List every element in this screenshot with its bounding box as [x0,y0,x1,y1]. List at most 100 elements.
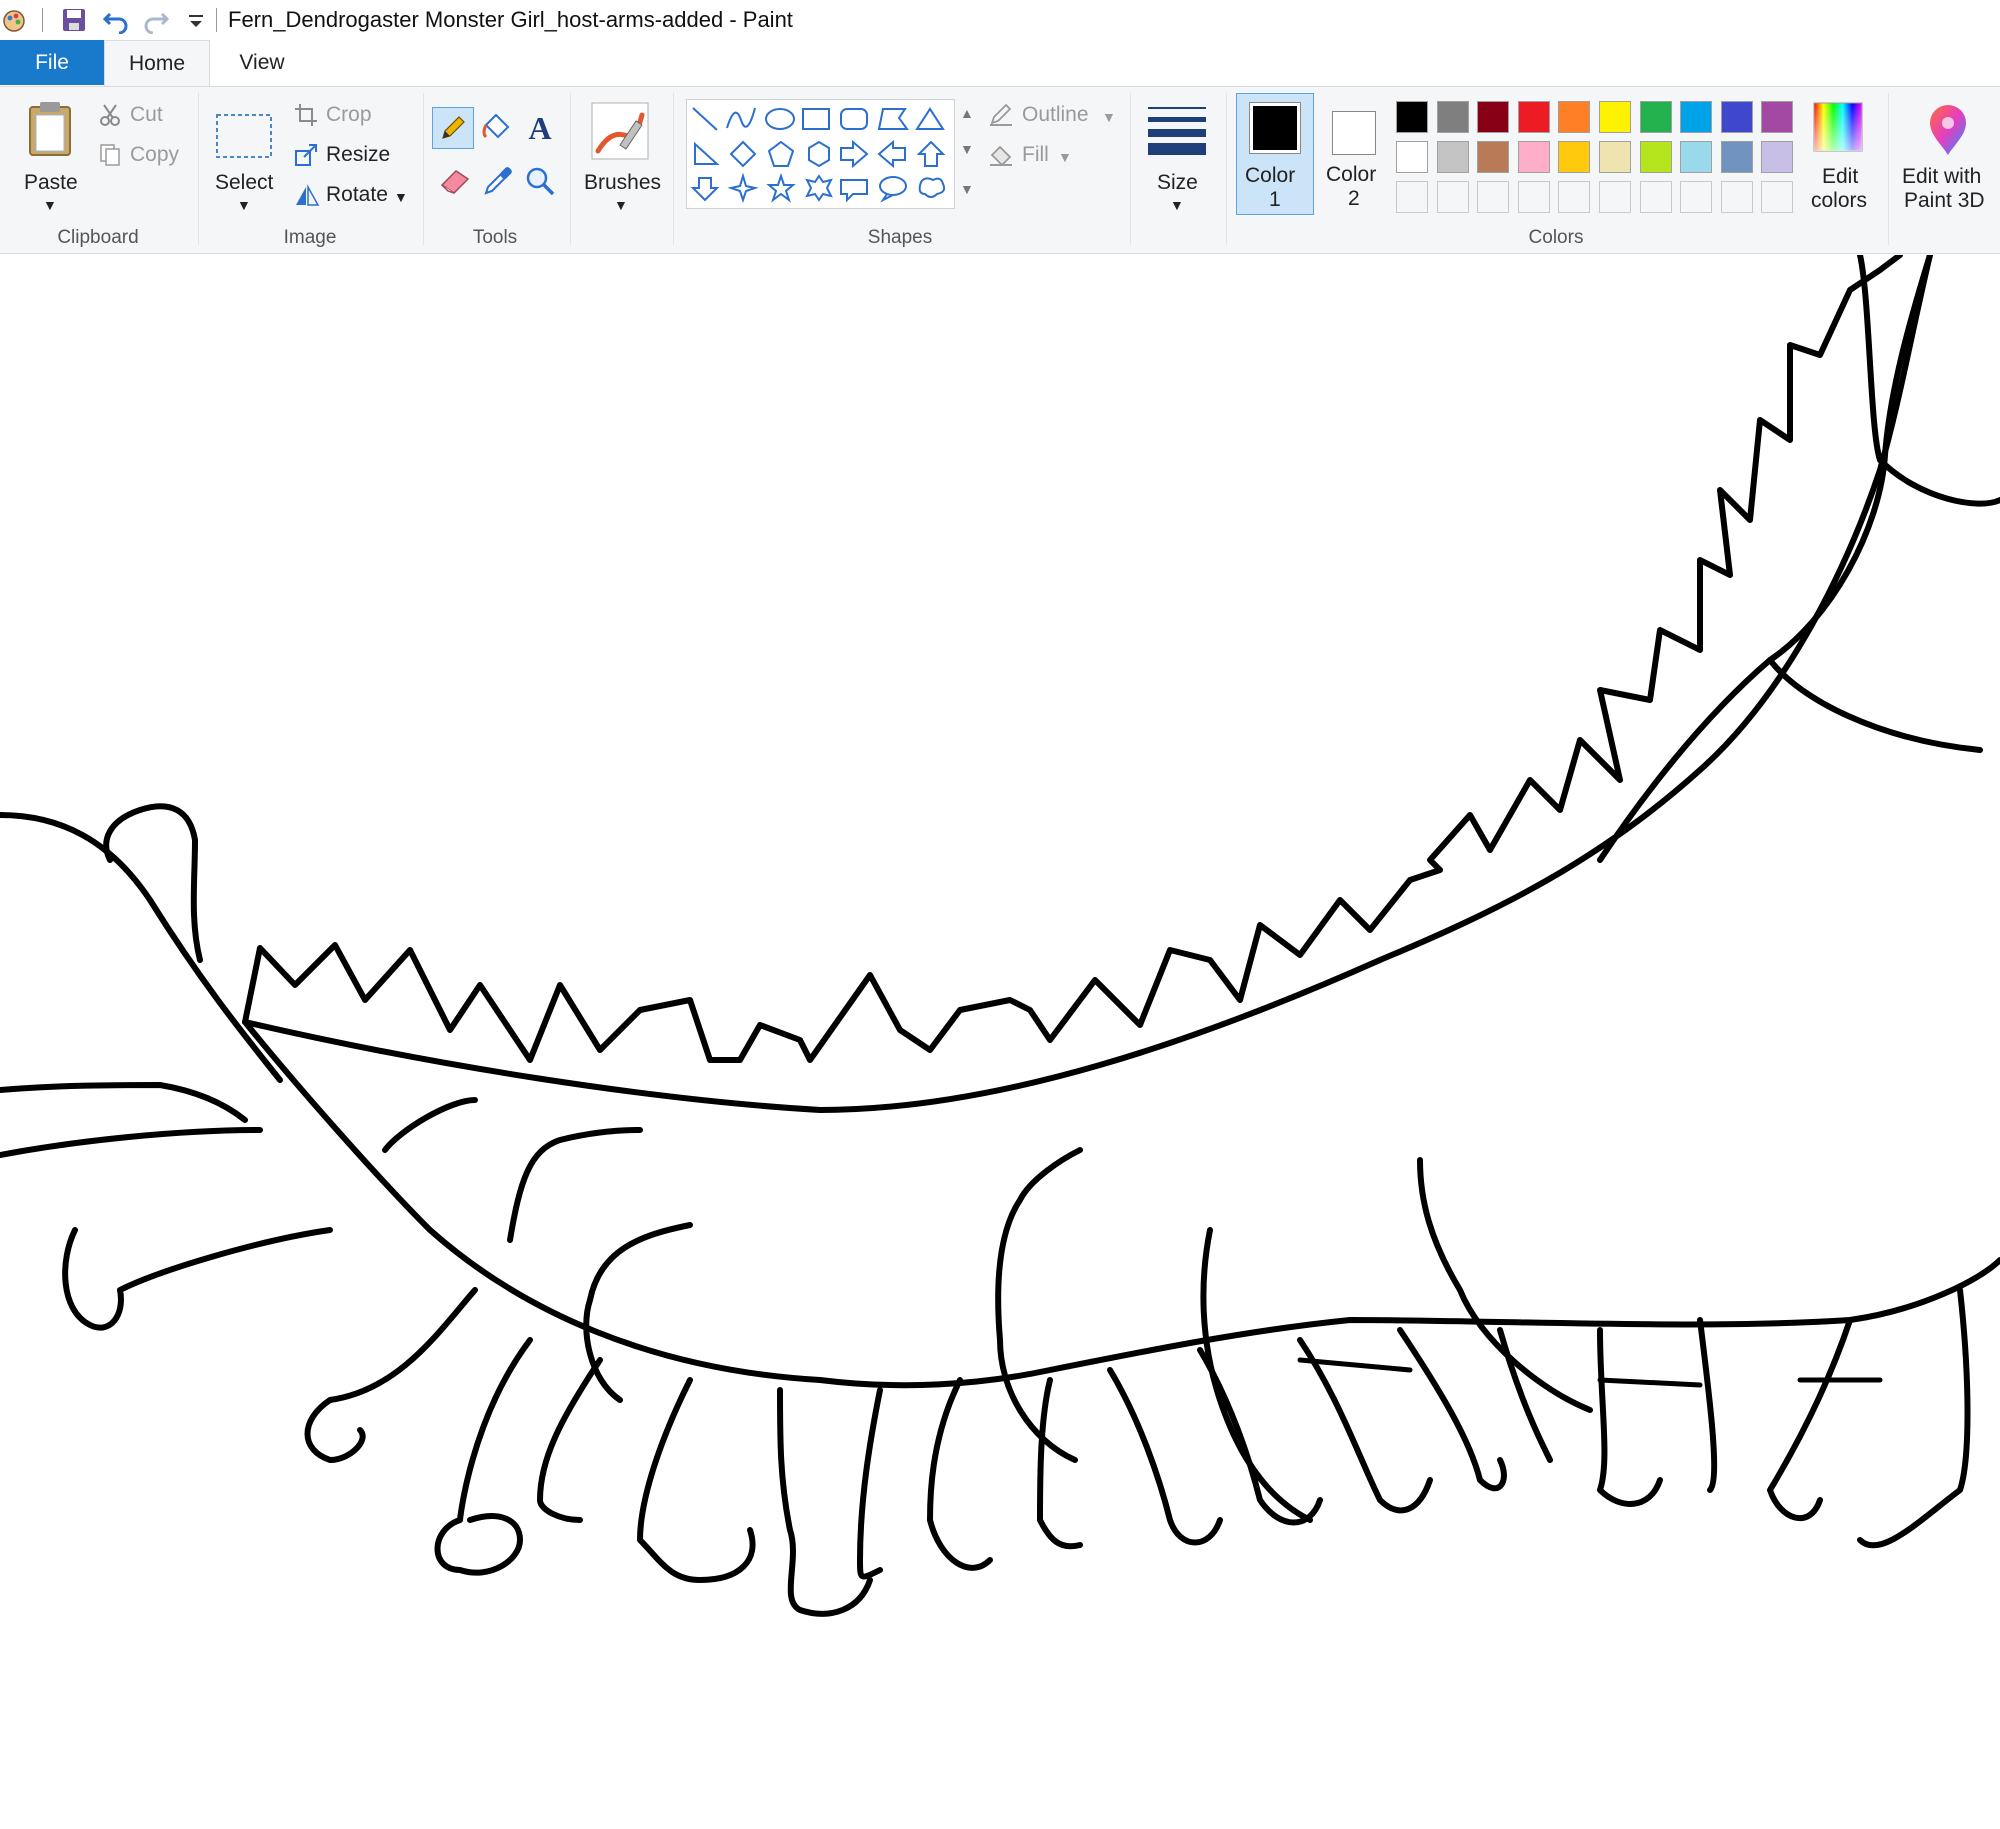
palette-swatch[interactable] [1558,101,1591,133]
pencil-icon [442,116,465,139]
chevron-up-icon[interactable]: ▲ [960,105,974,121]
custom-color-slot[interactable] [1680,181,1713,213]
paint3d-icon [1930,105,1966,155]
edit-colors-label-line1: Edit [1822,165,1859,188]
edit-colors-label-line2: colors [1811,189,1868,212]
text-icon[interactable]: A [524,111,556,145]
palette-swatch[interactable] [1761,141,1794,173]
custom-color-slot[interactable] [1517,181,1550,213]
cut-button[interactable]: Cut [96,101,186,131]
palette-swatch[interactable] [1477,141,1510,173]
expand-gallery-icon[interactable]: ▼ [960,181,974,197]
customize-quick-access-icon[interactable] [182,6,210,34]
shapes-gallery-icons [690,107,946,204]
brushes-button[interactable]: Brushes ▼ [578,95,664,225]
edit-colors-button[interactable]: Edit colors [1800,95,1876,219]
chevron-down-icon: ▼ [1170,197,1184,213]
paint3d-label-line1: Edit with [1902,165,1982,188]
palette-swatch[interactable] [1720,101,1753,133]
scissors-icon [100,104,120,126]
color-spectrum-icon [1813,102,1863,152]
size-label: Size [1157,171,1198,194]
color2-button[interactable]: Color 2 [1316,93,1388,215]
custom-color-slot[interactable] [1639,181,1672,213]
crop-icon [295,104,317,126]
redo-icon[interactable] [142,6,170,34]
custom-color-slot[interactable] [1396,181,1428,213]
paint3d-label-line2: Paint 3D [1904,189,1985,212]
fill-label: Fill [1022,143,1049,166]
palette-swatch[interactable] [1599,141,1631,173]
rotate-icon [296,184,320,206]
tab-view[interactable]: View [216,40,308,85]
resize-button[interactable]: Resize [292,141,402,171]
palette-swatch[interactable] [1558,141,1591,173]
save-icon[interactable] [60,6,88,34]
custom-color-slot[interactable] [1477,181,1510,213]
copy-button[interactable]: Copy [96,141,196,171]
chevron-down-icon: ▼ [43,197,57,213]
shapes-group-label: Shapes [867,227,933,248]
resize-label: Resize [326,143,391,166]
divider [216,8,217,32]
palette-swatch[interactable] [1680,141,1713,173]
color2-swatch [1336,115,1372,151]
shapes-gallery[interactable] [686,99,976,209]
copy-icon [100,144,120,166]
group-divider [1226,93,1227,245]
rotate-button[interactable]: Rotate ▼ [292,181,412,211]
paste-label: Paste [24,171,78,194]
fill-button[interactable]: Fill ▼ [986,141,1076,171]
pencil-tool[interactable] [432,107,474,149]
drawing-canvas[interactable] [0,252,2000,1824]
fill-icon [990,145,1012,167]
cut-label: Cut [130,103,163,126]
chevron-down-icon[interactable]: ▼ [960,141,974,157]
shapes-scroll[interactable]: ▲ ▼ ▼ [954,99,977,209]
color1-swatch [1253,106,1297,150]
select-button[interactable]: Select ▼ [208,95,280,215]
palette-swatch[interactable] [1761,101,1794,133]
magnifier-icon[interactable] [524,165,556,197]
palette-swatch[interactable] [1396,141,1428,173]
group-divider [1888,93,1889,245]
palette-swatch[interactable] [1436,101,1469,133]
fill-bucket-icon[interactable] [480,113,514,145]
undo-icon[interactable] [102,6,130,34]
crop-button[interactable]: Crop [292,101,392,131]
line-size-icon [1148,107,1206,155]
palette-swatch[interactable] [1396,101,1428,133]
outline-icon [990,103,1012,126]
palette-swatch[interactable] [1639,141,1672,173]
custom-color-slot[interactable] [1436,181,1469,213]
crop-label: Crop [326,103,372,126]
palette-swatch[interactable] [1477,101,1510,133]
paste-button[interactable]: Paste ▼ [14,95,86,215]
color1-button[interactable]: Color 1 [1236,93,1314,215]
tab-home[interactable]: Home [104,40,210,86]
custom-color-slot[interactable] [1761,181,1794,213]
title-bar: Fern_Dendrogaster Monster Girl_host-arms… [0,0,2000,40]
custom-color-slot[interactable] [1720,181,1753,213]
paint-app-icon[interactable] [0,6,28,34]
palette-swatch[interactable] [1517,141,1550,173]
chevron-down-icon: ▼ [614,197,628,213]
group-divider [1130,93,1131,245]
palette-swatch[interactable] [1517,101,1550,133]
select-label: Select [215,171,274,194]
edit-with-paint3d-button[interactable]: Edit with Paint 3D [1896,95,2000,219]
color-picker-icon[interactable] [482,165,514,195]
palette-swatch[interactable] [1436,141,1469,173]
tab-file[interactable]: File [0,40,104,85]
size-button[interactable]: Size ▼ [1140,95,1214,225]
palette-swatch[interactable] [1720,141,1753,173]
outline-button[interactable]: Outline ▼ [986,101,1116,131]
eraser-icon[interactable] [438,165,472,195]
resize-icon [295,144,317,166]
palette-swatch[interactable] [1639,101,1672,133]
palette-swatch[interactable] [1599,101,1631,133]
custom-color-slot[interactable] [1599,181,1631,213]
brush-icon [591,102,649,160]
palette-swatch[interactable] [1680,101,1713,133]
custom-color-slot[interactable] [1558,181,1591,213]
